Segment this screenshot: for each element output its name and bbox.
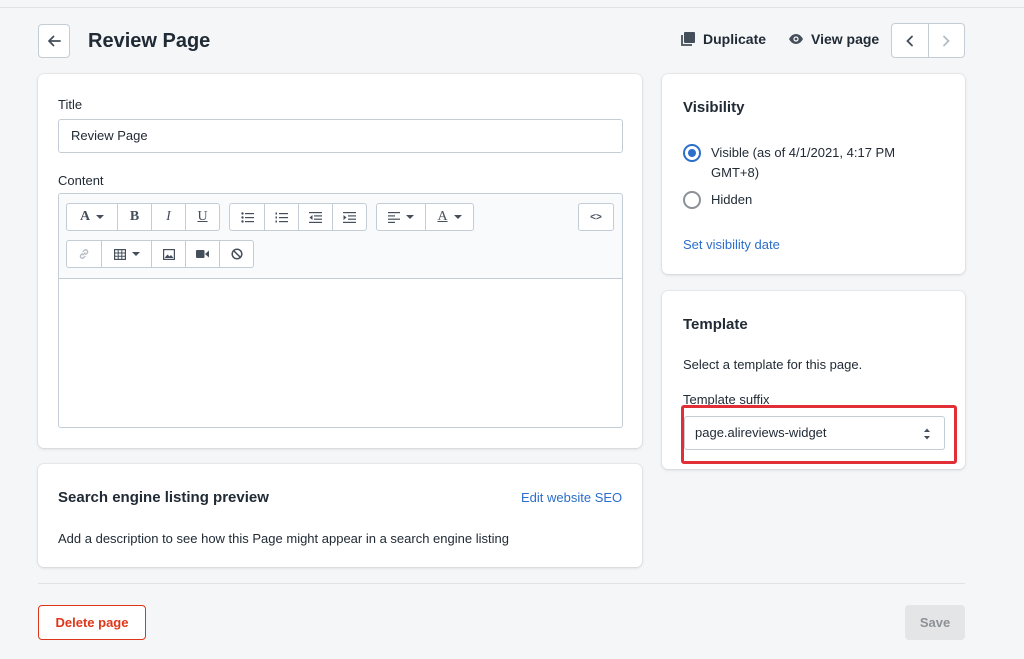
editor-toolbar: A B I U A <> <box>59 194 622 279</box>
hidden-radio-label: Hidden <box>711 192 753 207</box>
align-color-group: A <box>376 203 474 231</box>
insert-video-button[interactable] <box>185 241 219 267</box>
duplicate-icon <box>681 32 695 46</box>
edit-seo-link[interactable]: Edit website SEO <box>521 490 622 505</box>
list-group <box>229 203 367 231</box>
indent-button[interactable] <box>332 204 366 230</box>
chevron-down-icon <box>131 252 140 256</box>
table-icon <box>113 248 126 260</box>
seo-title: Search engine listing preview <box>58 489 269 506</box>
chevron-down-icon <box>453 215 462 219</box>
text-color-dropdown[interactable]: A <box>425 204 473 230</box>
page-pagination <box>891 23 965 58</box>
image-icon <box>162 248 175 260</box>
chevron-down-icon <box>406 215 414 219</box>
set-visibility-date-link[interactable]: Set visibility date <box>683 237 780 252</box>
text-color-icon: A <box>437 209 448 224</box>
block-icon <box>230 248 243 260</box>
insert-table-dropdown[interactable] <box>101 241 151 267</box>
duplicate-button[interactable]: Duplicate <box>680 31 766 47</box>
numbered-list-icon <box>275 212 288 222</box>
bullet-list-icon <box>240 211 254 223</box>
alignment-dropdown[interactable] <box>377 204 425 230</box>
align-left-icon <box>388 211 400 223</box>
content-label: Content <box>58 173 104 188</box>
bullet-list-button[interactable] <box>230 204 264 230</box>
link-icon <box>79 249 89 259</box>
next-page-button[interactable] <box>927 24 965 57</box>
text-format-group: A B I U <box>66 203 220 231</box>
eye-icon <box>789 34 803 44</box>
view-page-button[interactable]: View page <box>788 31 879 47</box>
italic-button[interactable]: I <box>151 204 185 230</box>
rich-text-editor: A B I U A <> <box>58 193 623 428</box>
back-button[interactable] <box>38 24 70 58</box>
chevron-left-icon <box>905 35 913 46</box>
top-border <box>0 0 1024 8</box>
template-title: Template <box>683 316 748 333</box>
title-input[interactable]: Review Page <box>58 119 623 153</box>
bold-button[interactable]: B <box>117 204 151 230</box>
video-icon <box>196 250 209 258</box>
visible-radio-label: Visible (as of 4/1/2021, 4:17 PM <box>711 145 896 160</box>
previous-page-button[interactable] <box>892 24 928 57</box>
font-style-dropdown[interactable]: A <box>67 204 117 230</box>
clear-formatting-button[interactable] <box>219 241 253 267</box>
outdent-icon <box>309 211 322 223</box>
template-description: Select a template for this page. <box>683 357 863 372</box>
save-button[interactable]: Save <box>905 605 965 640</box>
underline-button[interactable]: U <box>185 204 219 230</box>
code-view-button[interactable]: <> <box>579 204 613 230</box>
view-page-label: View page <box>811 31 880 47</box>
duplicate-label: Duplicate <box>703 31 767 47</box>
numbered-list-button[interactable] <box>264 204 298 230</box>
visible-radio[interactable] <box>683 144 701 162</box>
code-group: <> <box>578 203 614 231</box>
highlight-annotation <box>681 405 957 464</box>
seo-description: Add a description to see how this Page m… <box>58 531 509 546</box>
insert-link-button[interactable] <box>67 241 101 267</box>
delete-page-button[interactable]: Delete page <box>38 605 146 640</box>
title-label: Title <box>58 97 83 112</box>
footer-divider <box>38 583 965 584</box>
indent-icon <box>343 211 356 223</box>
insert-image-button[interactable] <box>151 241 185 267</box>
visibility-card: Visibility Visible (as of 4/1/2021, 4:17… <box>662 74 965 274</box>
outdent-button[interactable] <box>298 204 332 230</box>
editor-content-area[interactable] <box>59 280 622 427</box>
visibility-title: Visibility <box>683 99 745 116</box>
page-content-card: Title Review Page Content A B I U A <> <box>38 74 642 448</box>
page-title: Review Page <box>88 30 211 52</box>
seo-preview-card: Search engine listing preview Edit websi… <box>38 464 642 567</box>
hidden-radio[interactable] <box>683 191 701 209</box>
arrow-left-icon <box>48 35 61 47</box>
font-style-icon: A <box>79 209 91 224</box>
visible-radio-label-line2: GMT+8) <box>711 165 760 180</box>
chevron-right-icon <box>943 35 951 46</box>
insert-group <box>66 240 254 268</box>
chevron-down-icon <box>96 215 105 219</box>
